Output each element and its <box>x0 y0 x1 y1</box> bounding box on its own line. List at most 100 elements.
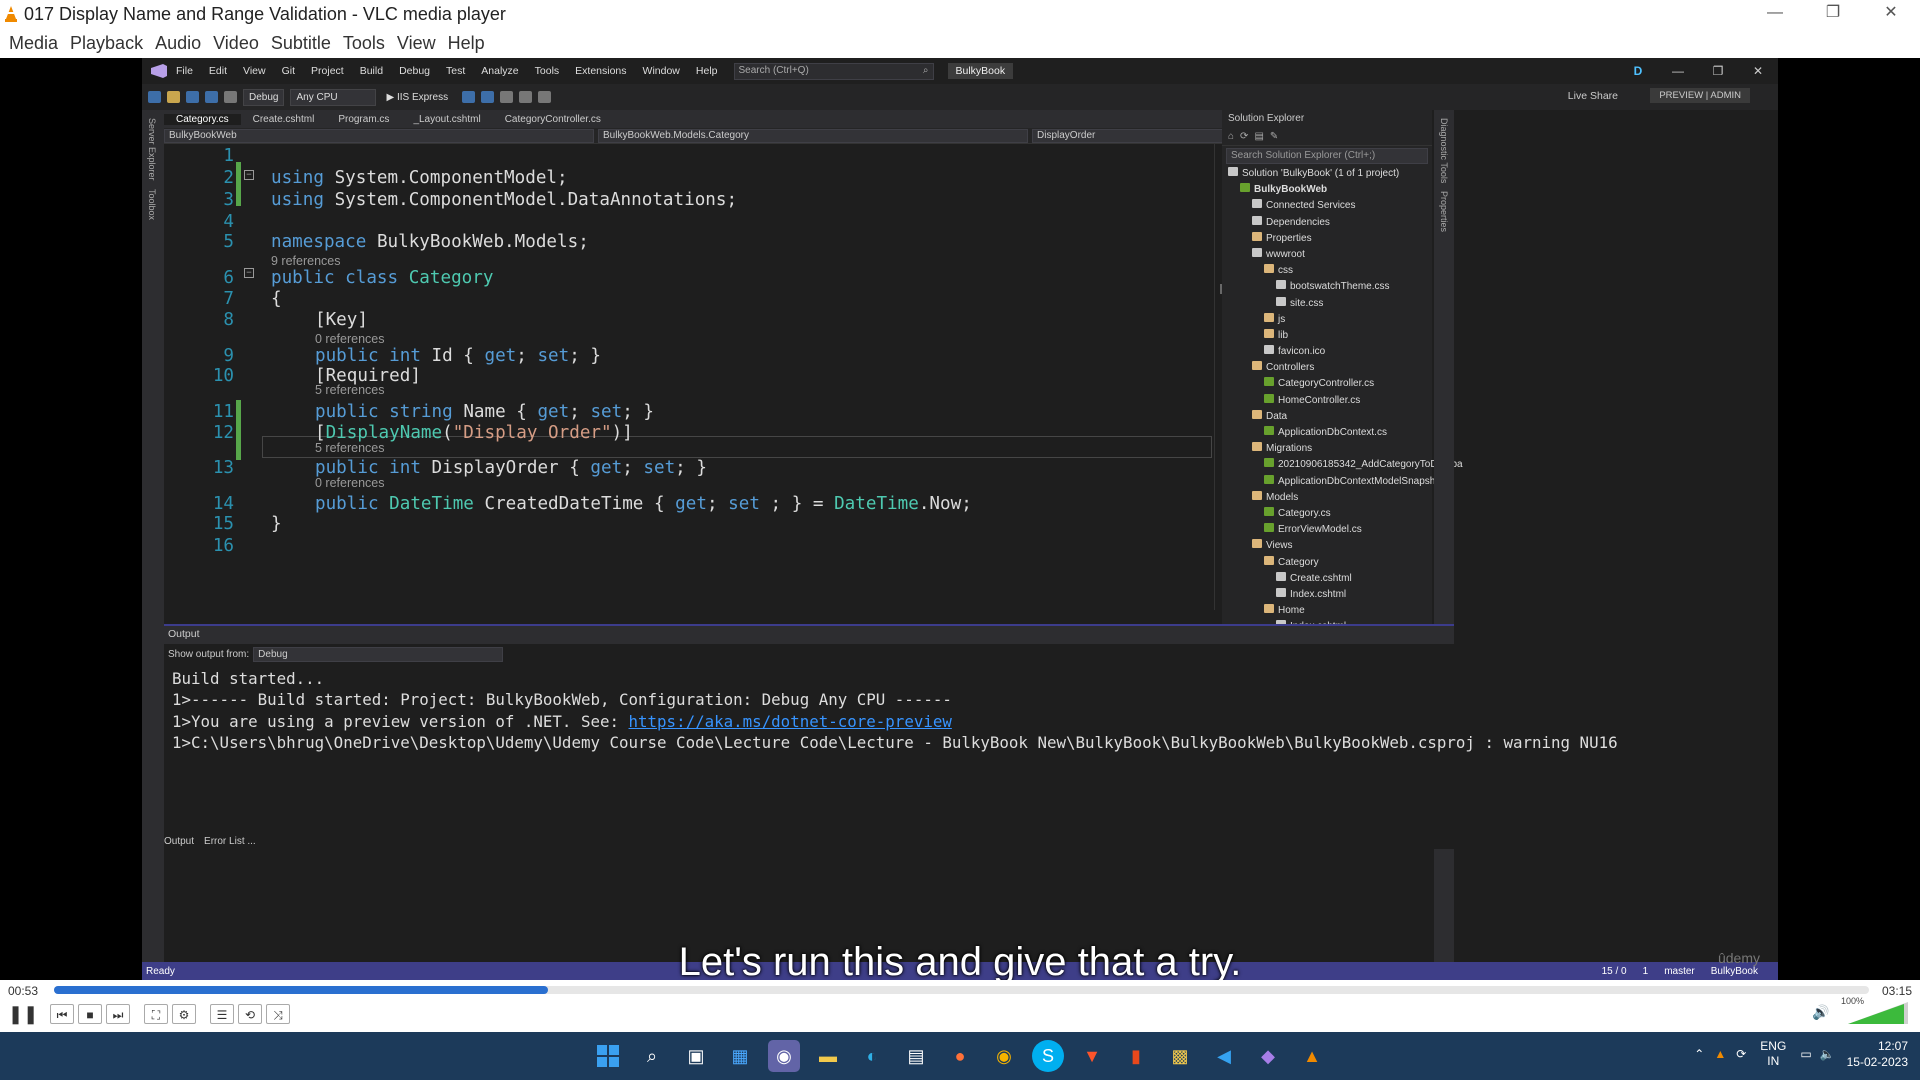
file-icon <box>1264 458 1274 468</box>
tree-item-label: Connected Services <box>1266 200 1356 212</box>
menu-playback[interactable]: Playback <box>70 33 143 54</box>
tree-item-label: Models <box>1266 491 1299 503</box>
layout-icon <box>500 91 514 103</box>
tab-category-controller: CategoryController.cs <box>504 113 601 125</box>
menu-view[interactable]: View <box>397 33 436 54</box>
start-icon[interactable] <box>592 1040 624 1072</box>
error-list-tab: Error List ... <box>204 836 256 847</box>
notepad-icon[interactable]: ▩ <box>1164 1040 1196 1072</box>
pause-button[interactable]: ❚❚ <box>8 1004 38 1024</box>
task-view-icon[interactable]: ▣ <box>680 1040 712 1072</box>
tree-item-label: Migrations <box>1266 443 1313 455</box>
tree-item: favicon.ico <box>1222 344 1432 360</box>
file-icon <box>1276 587 1286 597</box>
tree-item: lib <box>1222 328 1432 344</box>
vs-menu-item: Extensions <box>575 65 627 77</box>
tray-overflow-icon[interactable]: ⌃ <box>1694 1047 1704 1061</box>
menu-help[interactable]: Help <box>448 33 485 54</box>
code-token: using <box>271 168 324 188</box>
skype-icon[interactable]: S <box>1032 1040 1064 1072</box>
file-icon <box>1264 506 1274 516</box>
vs-menu-item: Git <box>281 65 296 77</box>
network-icon[interactable]: ▭ <box>1800 1047 1811 1061</box>
file-icon <box>1276 296 1286 306</box>
code-token: ; } <box>675 458 707 478</box>
diagnostic-tools-tab: Diagnostic Tools <box>1439 118 1449 184</box>
output-source-bar: Show output from: Debug <box>164 644 1454 664</box>
code-text: public int Id { get; set; } <box>315 346 601 366</box>
tree-item: 20210906185342_AddCategoryToDataba <box>1222 457 1463 473</box>
line-number: 14 <box>212 494 234 514</box>
file-explorer-icon[interactable]: ▬ <box>812 1040 844 1072</box>
tree-item: site.css <box>1222 296 1432 312</box>
tree-item: Solution 'BulkyBook' (1 of 1 project) <box>1222 166 1432 182</box>
platform-dropdown: Any CPU <box>290 88 377 106</box>
chrome-icon[interactable]: ◉ <box>988 1040 1020 1072</box>
code-text: public string Name { get; set; } <box>315 402 654 422</box>
minimize-button[interactable]: — <box>1746 0 1804 28</box>
fullscreen-button[interactable]: ⛶ <box>144 1004 168 1024</box>
video-area[interactable]: File Edit View Git Project Build Debug T… <box>0 58 1920 980</box>
brave-icon[interactable]: ▼ <box>1076 1040 1108 1072</box>
close-button[interactable]: ✕ <box>1862 0 1920 28</box>
vlc-taskbar-icon[interactable]: ▲ <box>1296 1040 1328 1072</box>
output-line: 1>You are using a preview version of .NE… <box>172 711 1454 732</box>
extended-settings-button[interactable]: ⚙ <box>172 1004 196 1024</box>
collapse-icon: ▤ <box>1254 131 1264 142</box>
file-icon <box>1264 474 1274 484</box>
code-token: get <box>537 402 570 422</box>
teams-chat-icon[interactable]: ◉ <box>768 1040 800 1072</box>
office-icon[interactable]: ▮ <box>1120 1040 1152 1072</box>
search-icon[interactable]: ⌕ <box>636 1040 668 1072</box>
menu-media[interactable]: Media <box>9 33 58 54</box>
menu-video[interactable]: Video <box>213 33 259 54</box>
tray-sync-icon[interactable]: ⟳ <box>1736 1047 1746 1061</box>
code-line: 5 namespace BulkyBookWeb.Models; <box>164 232 1214 252</box>
clock[interactable]: 12:07 15-02-2023 <box>1847 1038 1908 1070</box>
loop-button[interactable]: ⟲ <box>238 1004 262 1024</box>
code-token: public <box>315 494 379 514</box>
next-button[interactable]: ⏭ <box>106 1004 130 1024</box>
code-token: set <box>728 494 760 514</box>
vscode-icon[interactable]: ◀ <box>1208 1040 1240 1072</box>
tree-item-label: site.css <box>1290 297 1324 309</box>
menu-subtitle[interactable]: Subtitle <box>271 33 331 54</box>
code-token: ; <box>516 346 527 366</box>
line-number: 3 <box>223 190 234 210</box>
volume-icon[interactable]: 🔈 <box>1820 1047 1835 1061</box>
visual-studio-window: File Edit View Git Project Build Debug T… <box>142 58 1778 980</box>
language-indicator[interactable]: ENG IN <box>1760 1039 1786 1069</box>
widgets-icon[interactable]: ▦ <box>724 1040 756 1072</box>
editor-navigation-bar: BulkyBookWeb BulkyBookWeb.Models.Categor… <box>164 128 1236 144</box>
code-token: ; <box>622 458 633 478</box>
tab-program-cs: Program.cs <box>338 113 390 125</box>
visual-studio-icon[interactable]: ◆ <box>1252 1040 1284 1072</box>
stop-button[interactable]: ■ <box>78 1004 102 1024</box>
volume-slider[interactable] <box>1848 1002 1908 1024</box>
code-lens-references: 0 references <box>164 476 1214 496</box>
file-icon <box>1264 377 1274 387</box>
tree-item-label: wwwroot <box>1266 248 1305 260</box>
edge-icon[interactable]: ◐ <box>856 1040 888 1072</box>
line-number: 8 <box>223 310 234 330</box>
code-token: using <box>271 190 324 210</box>
live-share: Live Share <box>1567 90 1618 102</box>
code-token: get <box>675 494 707 514</box>
line-number: 9 <box>223 346 234 366</box>
playlist-button[interactable]: ☰ <box>210 1004 234 1024</box>
tab-layout-cshtml: _Layout.cshtml <box>413 113 481 125</box>
menu-tools[interactable]: Tools <box>343 33 385 54</box>
save-icon <box>186 91 199 103</box>
seek-bar[interactable] <box>54 986 1869 994</box>
maximize-button[interactable]: ❐ <box>1804 0 1862 28</box>
vs-user-avatar: D <box>1633 64 1643 78</box>
store-icon[interactable]: ▤ <box>900 1040 932 1072</box>
tree-item-label: Create.cshtml <box>1290 572 1352 584</box>
tray-vlc-icon[interactable]: ▲ <box>1714 1047 1726 1061</box>
firefox-icon[interactable]: ● <box>944 1040 976 1072</box>
previous-button[interactable]: ⏮ <box>50 1004 74 1024</box>
tree-item-label: favicon.ico <box>1278 346 1326 358</box>
menu-audio[interactable]: Audio <box>155 33 201 54</box>
volume-control[interactable]: 100% 🔊 <box>1812 996 1912 1024</box>
shuffle-button[interactable]: ⤨ <box>266 1004 290 1024</box>
